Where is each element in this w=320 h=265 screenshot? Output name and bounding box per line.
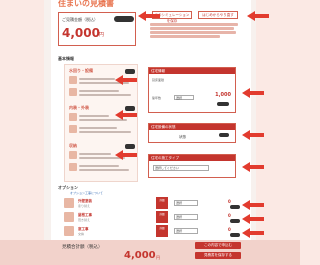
panel-row-label: 築年数 <box>152 96 162 100</box>
arrow-left-icon <box>247 11 269 21</box>
arrow-left-icon <box>242 162 264 172</box>
room-text-line <box>79 115 109 117</box>
footer-label: 見積合計額（税込） <box>62 245 103 250</box>
panel-label: 状態 <box>179 135 186 139</box>
panel-row-label: 延床面積 <box>152 78 165 82</box>
option-value: 0 <box>228 199 231 204</box>
save-quote-button[interactable]: 見積書を保存する <box>195 252 241 259</box>
option-sub: 塗り替え <box>78 204 91 208</box>
footer-total: 4,000 <box>124 250 156 261</box>
option-tag[interactable]: 詳細 <box>156 197 168 209</box>
option-select[interactable]: 選択 <box>174 228 198 234</box>
room-text-line <box>79 153 111 155</box>
estimate-badge <box>114 16 134 22</box>
arrow-left-icon <box>242 214 264 224</box>
arrow-left-icon <box>115 150 137 160</box>
option-row: 屋根工事 葺き替え 詳細 選択 0 <box>64 211 240 225</box>
room-icon <box>69 163 77 171</box>
arrow-left-icon <box>242 200 264 210</box>
estimate-unit: 円 <box>99 32 105 38</box>
room-text-line <box>79 90 119 92</box>
arrow-left-icon <box>115 75 137 85</box>
room-item[interactable]: 収納 <box>69 143 135 177</box>
page-title: 住まいの見積書 <box>58 0 114 8</box>
room-item[interactable]: 水回り・設備 <box>69 68 135 102</box>
room-icon <box>69 88 77 96</box>
estimate-box: ご見積金額（税込） 4,000 円 <box>58 12 136 46</box>
option-icon <box>64 198 74 208</box>
panel-title: 住宅の施工タイプ <box>149 155 235 161</box>
option-badge <box>230 205 240 209</box>
room-icon <box>69 113 77 121</box>
room-text-line <box>79 94 131 96</box>
apply-button[interactable]: この内容で申込む <box>195 242 241 249</box>
panel-construction-type: 住宅の施工タイプ 選択してください <box>148 154 236 178</box>
arrow-left-icon <box>242 88 264 98</box>
room-icon <box>69 76 77 84</box>
room-text-line <box>79 127 117 129</box>
option-row: 窓工事 交換 詳細 選択 0 <box>64 225 240 239</box>
panel-equipment-state: 住宅設備の状態 状態 <box>148 123 236 143</box>
app-root: 住まいの見積書 ご見積金額（税込） 4,000 円 このシミュレーションを保存 … <box>0 0 300 265</box>
option-value: 0 <box>228 213 231 218</box>
room-text-line <box>79 78 115 80</box>
panel-title: 住宅情報 <box>149 68 235 74</box>
options-link[interactable]: オプション工事について <box>70 191 103 195</box>
option-badge <box>230 233 240 237</box>
age-select[interactable]: 選択 <box>174 95 194 100</box>
type-select[interactable]: 選択してください <box>153 165 209 171</box>
option-badge <box>230 219 240 223</box>
estimate-label: ご見積金額（税込） <box>62 17 98 22</box>
option-sub: 交換 <box>78 232 85 236</box>
room-text-line <box>79 131 131 133</box>
panel-value: 1,000 <box>215 92 231 98</box>
option-select[interactable]: 選択 <box>174 214 198 220</box>
room-text-line <box>79 169 129 171</box>
option-select[interactable]: 選択 <box>174 200 198 206</box>
option-icon <box>64 226 74 236</box>
option-tag[interactable]: 詳細 <box>156 225 168 237</box>
room-badge <box>125 144 135 149</box>
arrow-left-icon <box>242 228 264 238</box>
panel-badge <box>217 102 229 106</box>
panel-housing-info: 住宅情報 延床面積 築年数 選択 1,000 <box>148 67 236 113</box>
room-text-line <box>79 165 119 167</box>
arrow-left-icon <box>115 110 137 120</box>
estimate-value: 4,000 <box>62 26 100 40</box>
panel-title: 住宅設備の状態 <box>149 124 235 130</box>
footer-unit: 円 <box>156 255 160 260</box>
option-icon <box>64 212 74 222</box>
notice-text <box>150 23 242 39</box>
room-icon <box>69 125 77 133</box>
option-row: 外壁塗装 塗り替え 詳細 選択 0 <box>64 197 240 211</box>
option-sub: 葺き替え <box>78 218 91 222</box>
footer-bar: 見積合計額（税込） 4,000 円 <box>0 240 300 265</box>
section-basic: 基本情報 <box>58 56 74 61</box>
reset-button[interactable]: はじめからやり直す <box>198 11 238 19</box>
option-value: 0 <box>228 227 231 232</box>
panel-badge <box>219 133 229 137</box>
option-tag[interactable]: 詳細 <box>156 211 168 223</box>
room-badge <box>125 69 135 74</box>
arrow-left-icon <box>138 11 160 21</box>
arrow-left-icon <box>242 130 264 140</box>
room-icon <box>69 151 77 159</box>
